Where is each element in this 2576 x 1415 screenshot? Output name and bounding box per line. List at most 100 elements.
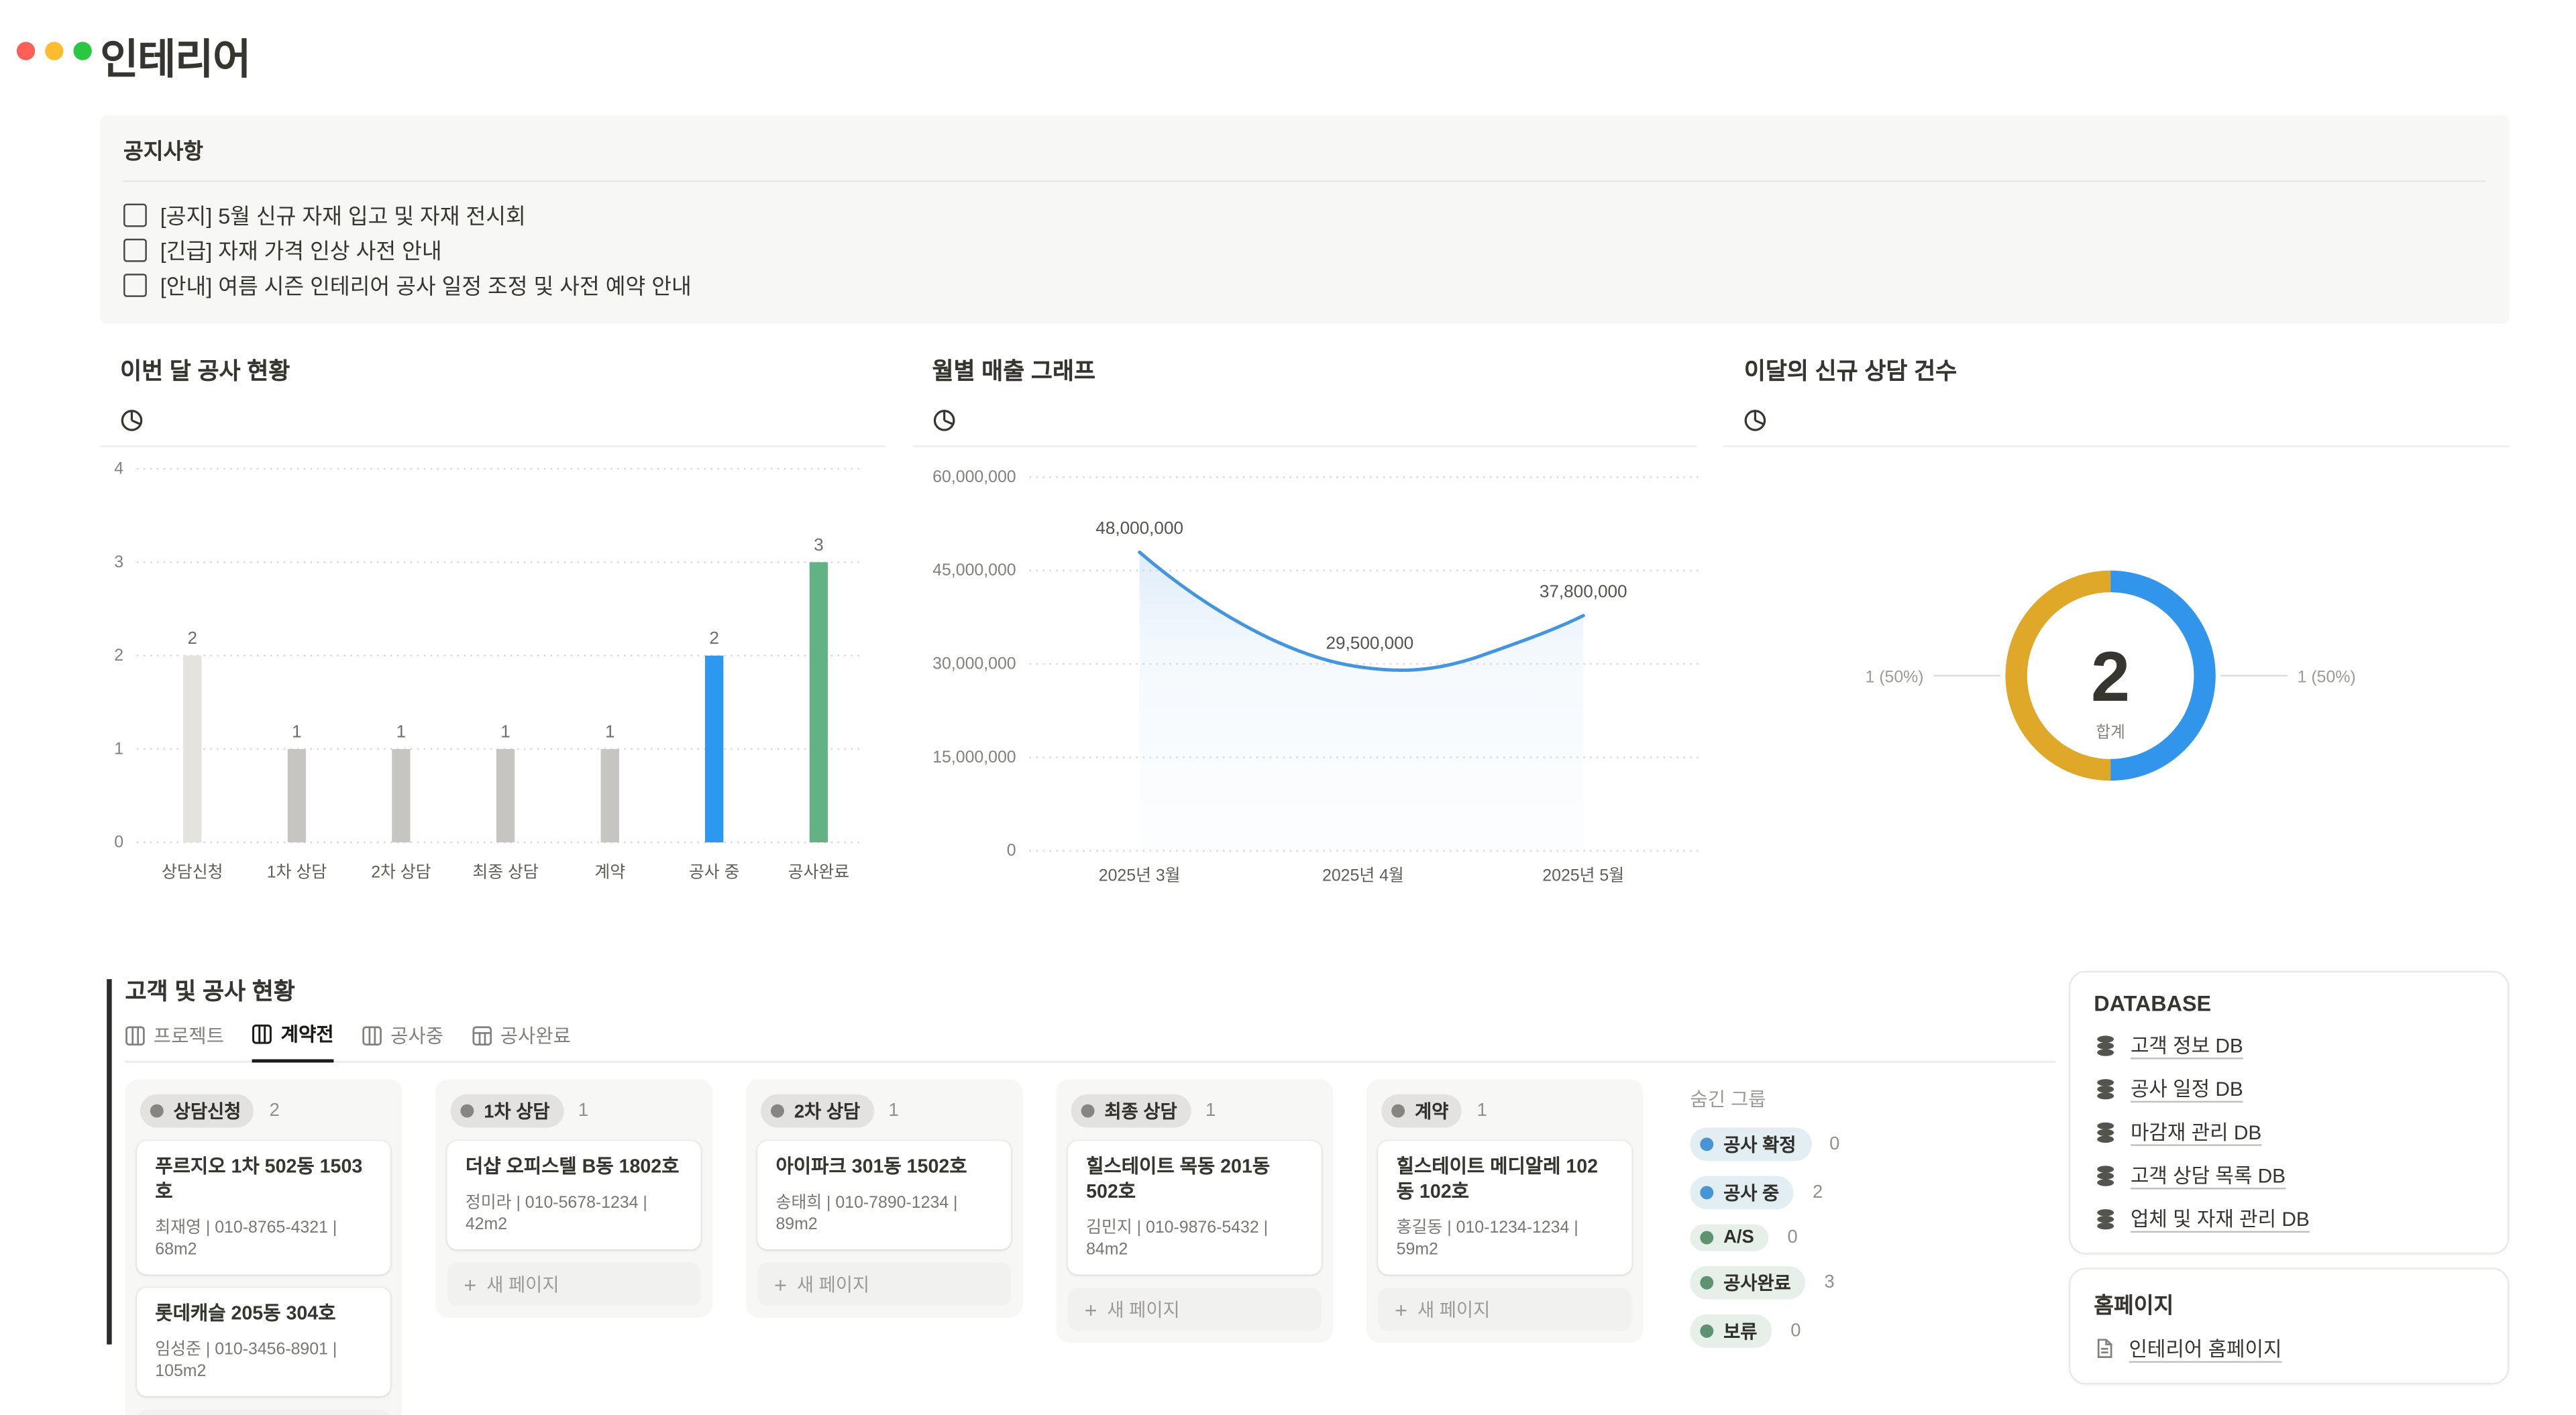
status-dot xyxy=(1700,1324,1713,1338)
hidden-group-pill[interactable]: A/S xyxy=(1690,1225,1769,1251)
hidden-group-pill[interactable]: 보류 xyxy=(1690,1314,1772,1348)
db-link[interactable]: 고객 상담 목록 DB xyxy=(2131,1161,2286,1189)
status-dot xyxy=(1700,1231,1713,1245)
new-page-button[interactable]: + 새 페이지 xyxy=(447,1263,701,1306)
tab-공사중[interactable]: 공사중 xyxy=(362,1021,443,1061)
new-page-button[interactable]: + 새 페이지 xyxy=(137,1410,390,1415)
svg-text:0: 0 xyxy=(114,833,123,852)
svg-text:계약: 계약 xyxy=(594,862,625,881)
hidden-groups-title: 숨긴 그룹 xyxy=(1690,1079,1839,1113)
db-link[interactable]: 공사 일정 DB xyxy=(2131,1074,2243,1102)
hidden-group-count: 0 xyxy=(1790,1321,1801,1341)
column-status-pill[interactable]: 1차 상담 xyxy=(451,1094,564,1128)
new-page-button[interactable]: + 새 페이지 xyxy=(1378,1288,1631,1331)
new-page-label: 새 페이지 xyxy=(1417,1296,1490,1323)
new-page-button[interactable]: + 새 페이지 xyxy=(757,1263,1011,1306)
kanban-column-상담신청: 상담신청 2 푸르지오 1차 502동 1503호 최재영 | 010-8765… xyxy=(125,1079,402,1415)
hidden-group-label: 보류 xyxy=(1723,1318,1757,1345)
zoom-window-button[interactable] xyxy=(73,42,91,60)
column-count: 1 xyxy=(1205,1101,1216,1121)
kanban-card[interactable]: 롯데캐슬 205동 304호 임성준 | 010-3456-8901 | 105… xyxy=(137,1288,390,1396)
close-window-button[interactable] xyxy=(17,42,35,60)
database-card-title: DATABASE xyxy=(2094,991,2484,1016)
kanban-card[interactable]: 힐스테이트 메디알레 102동 102호 홍길동 | 010-1234-1234… xyxy=(1378,1141,1631,1274)
card-title: 푸르지오 1차 502동 1503호 xyxy=(155,1156,372,1206)
column-status-pill[interactable]: 계약 xyxy=(1381,1094,1462,1128)
new-page-button[interactable]: + 새 페이지 xyxy=(1068,1288,1322,1331)
tab-계약전[interactable]: 계약전 xyxy=(252,1021,333,1062)
page-icon xyxy=(2094,1338,2115,1359)
database-icon xyxy=(2094,1207,2117,1231)
minimize-window-button[interactable] xyxy=(45,42,63,60)
kanban-card[interactable]: 아이파크 301동 1502호 송태희 | 010-7890-1234 | 89… xyxy=(757,1141,1011,1249)
database-icon xyxy=(2094,1077,2117,1100)
db-link[interactable]: 마감재 관리 DB xyxy=(2131,1118,2261,1146)
column-count: 1 xyxy=(888,1101,898,1121)
hidden-group-count: 0 xyxy=(1829,1134,1839,1154)
db-link-row: 고객 상담 목록 DB xyxy=(2094,1161,2484,1189)
hidden-group-pill[interactable]: 공사 확정 xyxy=(1690,1127,1811,1161)
bar-1차상담[interactable] xyxy=(288,749,306,842)
homepage-link[interactable]: 인테리어 홈페이지 xyxy=(2129,1335,2282,1363)
tab-label: 공사완료 xyxy=(500,1022,571,1049)
tab-공사완료[interactable]: 공사완료 xyxy=(472,1021,571,1061)
bar-계약[interactable] xyxy=(601,749,619,842)
svg-text:공사 중: 공사 중 xyxy=(689,862,740,881)
svg-text:2025년 5월: 2025년 5월 xyxy=(1542,866,1624,885)
svg-text:2: 2 xyxy=(2092,638,2131,716)
hidden-group-pill[interactable]: 공사완료 xyxy=(1690,1266,1806,1300)
tab-프로젝트[interactable]: 프로젝트 xyxy=(125,1021,225,1061)
hidden-group-label: A/S xyxy=(1723,1228,1754,1248)
kanban-card[interactable]: 더샵 오피스텔 B동 1802호 정미라 | 010-5678-1234 | 4… xyxy=(447,1141,701,1249)
status-dot xyxy=(771,1105,784,1118)
column-divider-line[interactable] xyxy=(107,979,111,1345)
bar-공사중[interactable] xyxy=(705,656,723,843)
checkbox[interactable] xyxy=(123,203,147,226)
column-status-pill[interactable]: 상담신청 xyxy=(140,1094,254,1128)
notion-window: 인테리어 공지사항 [공지] 5월 신규 자재 입고 및 자재 전시회 [긴급]… xyxy=(0,0,2576,1415)
svg-text:60,000,000: 60,000,000 xyxy=(932,467,1015,486)
db-link[interactable]: 업체 및 자재 관리 DB xyxy=(2131,1204,2310,1233)
svg-text:2025년 4월: 2025년 4월 xyxy=(1322,866,1403,885)
board-view-icon xyxy=(252,1024,272,1044)
checkbox[interactable] xyxy=(123,273,147,296)
checkbox[interactable] xyxy=(123,238,147,262)
kanban-card[interactable]: 힐스테이트 목동 201동 502호 김민지 | 010-9876-5432 |… xyxy=(1068,1141,1322,1274)
tab-label: 계약전 xyxy=(281,1021,334,1048)
column-status-pill[interactable]: 최종 상담 xyxy=(1071,1094,1191,1128)
board-view-icon xyxy=(125,1025,146,1045)
charts-row: 이번 달 공사 현황 4 3 2 1 xyxy=(100,353,2509,891)
hidden-groups: 숨긴 그룹 공사 확정 0 공사 중 2 xyxy=(1690,1079,1839,1347)
card-title: 힐스테이트 목동 201동 502호 xyxy=(1086,1156,1303,1206)
db-link[interactable]: 고객 정보 DB xyxy=(2131,1031,2243,1059)
hidden-group-pill[interactable]: 공사 중 xyxy=(1690,1176,1794,1210)
column-count: 1 xyxy=(578,1101,588,1121)
homepage-card: 홈페이지 인테리어 홈페이지 xyxy=(2069,1267,2510,1384)
bar-2차상담[interactable] xyxy=(392,749,410,842)
svg-text:0: 0 xyxy=(1006,841,1016,860)
database-icon xyxy=(2094,1033,2117,1057)
tab-label: 프로젝트 xyxy=(154,1022,224,1049)
svg-text:2차 상담: 2차 상담 xyxy=(371,862,431,881)
status-dot xyxy=(150,1105,164,1118)
hidden-group-count: 3 xyxy=(1825,1273,1835,1293)
area-fill xyxy=(1139,552,1583,850)
kanban-section: DATABASE 고객 정보 DB 공사 일정 DB xyxy=(100,974,2509,1415)
svg-text:2: 2 xyxy=(114,646,123,665)
svg-text:4: 4 xyxy=(114,459,123,478)
column-status-pill[interactable]: 2차 상담 xyxy=(761,1094,873,1128)
db-link-row: 마감재 관리 DB xyxy=(2094,1118,2484,1146)
bar-chart-widget: 이번 달 공사 현황 4 3 2 1 xyxy=(100,353,885,891)
kanban-card[interactable]: 푸르지오 1차 502동 1503호 최재영 | 010-8765-4321 |… xyxy=(137,1141,390,1274)
svg-text:15,000,000: 15,000,000 xyxy=(932,748,1015,767)
kanban-column-최종상담: 최종 상담 1 힐스테이트 목동 201동 502호 김민지 | 010-987… xyxy=(1056,1079,1333,1343)
hidden-group-row: A/S 0 xyxy=(1690,1225,1839,1251)
table-view-icon xyxy=(472,1025,492,1045)
donut-chart-widget: 이달의 신규 상담 건수 1 (50%) 1 (50%) 2 합계 xyxy=(1724,353,2510,891)
bar-최종상담[interactable] xyxy=(496,749,515,842)
column-count: 2 xyxy=(270,1101,280,1121)
window-controls xyxy=(17,42,92,60)
bar-공사완료[interactable] xyxy=(810,562,828,842)
plus-icon: + xyxy=(1395,1300,1407,1318)
bar-상담신청[interactable] xyxy=(183,656,201,843)
